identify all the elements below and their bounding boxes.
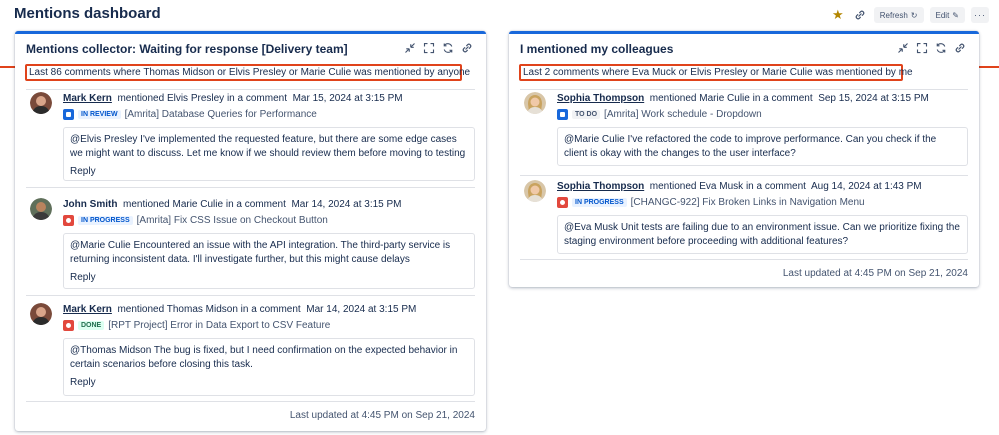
issue-link[interactable]: [Amrita] Work schedule - Dropdown [604,109,762,120]
fullscreen-icon[interactable] [422,41,436,55]
bug-icon [63,215,74,226]
comment-text: @Eva Musk Unit tests are failing due to … [564,222,960,247]
mention-header: Sophia Thompson mentioned Eva Musk in a … [557,181,922,192]
mention-header: Mark Kern mentioned Elvis Presley in a c… [63,93,403,104]
gadget-subtitle: Last 2 comments where Eva Muck or Elvis … [519,64,913,81]
issue-line: IN REVIEW [Amrita] Database Queries for … [63,109,317,120]
refresh-icon[interactable] [441,41,455,55]
mention-item: Sophia Thompson mentioned Eva Musk in a … [520,178,968,258]
comment-box: @Elvis Presley I've implemented the requ… [63,127,475,181]
mention-header: John Smith mentioned Marie Culie in a co… [63,199,402,210]
task-icon [557,109,568,120]
reply-button[interactable]: Reply [70,165,468,179]
mentioned-colleagues-gadget: I mentioned my colleagues Last 2 comment… [509,31,979,287]
comment-box: @Eva Musk Unit tests are failing due to … [557,215,968,254]
divider [520,175,968,176]
issue-link[interactable]: [Amrita] Fix CSS Issue on Checkout Butto… [137,215,328,226]
issue-line: IN PROGRESS [CHANGC-922] Fix Broken Link… [557,197,865,208]
link-icon[interactable] [460,41,474,55]
divider [26,187,475,188]
mention-action: mentioned Marie Culie in a comment [649,93,813,104]
edit-button-label: Edit [935,10,950,20]
avatar [30,303,52,325]
avatar [30,92,52,114]
mention-item: Mark Kern mentioned Thomas Midson in a c… [26,301,475,401]
top-actions: ★ Refresh ↻ Edit ✎ ··· [830,7,989,23]
issue-link[interactable]: [RPT Project] Error in Data Export to CS… [108,320,330,331]
mention-action: mentioned Elvis Presley in a comment [117,93,287,104]
issue-line: DONE [RPT Project] Error in Data Export … [63,320,330,331]
gadget-controls [403,41,474,55]
mention-action: mentioned Eva Musk in a comment [649,181,806,192]
refresh-icon[interactable] [934,41,948,55]
issue-line: TO DO [Amrita] Work schedule - Dropdown [557,109,762,120]
link-icon[interactable] [953,41,967,55]
mention-date: Mar 15, 2024 at 3:15 PM [292,93,403,104]
last-updated: Last updated at 4:45 PM on Sep 21, 2024 [289,410,475,421]
author-link[interactable]: Sophia Thompson [557,181,644,192]
comment-text: @Marie Culie Encountered an issue with t… [70,240,451,265]
author-link[interactable]: John Smith [63,199,117,210]
avatar [524,92,546,114]
minimize-icon[interactable] [896,41,910,55]
refresh-button-label: Refresh [879,10,908,20]
pencil-icon: ✎ [952,10,959,20]
status-badge: DONE [78,321,105,330]
mention-date: Mar 14, 2024 at 3:15 PM [291,199,402,210]
mention-date: Sep 15, 2024 at 3:15 PM [818,93,929,104]
bug-icon [63,320,74,331]
divider [520,259,968,260]
author-link[interactable]: Mark Kern [63,93,112,104]
minimize-icon[interactable] [403,41,417,55]
page-title: Mentions dashboard [14,5,161,22]
reply-button[interactable]: Reply [70,376,468,390]
task-icon [63,109,74,120]
avatar [524,180,546,202]
link-icon[interactable] [852,7,868,23]
avatar [30,198,52,220]
star-icon[interactable]: ★ [830,7,846,23]
last-updated: Last updated at 4:45 PM on Sep 21, 2024 [782,268,968,279]
gadget-title: I mentioned my colleagues [520,42,674,56]
comment-box: @Marie Culie I've refactored the code to… [557,127,968,166]
status-badge: IN PROGRESS [78,216,133,225]
divider [26,401,475,402]
bug-icon [557,197,568,208]
gadget-controls [896,41,967,55]
refresh-icon: ↻ [910,10,918,20]
status-badge: TO DO [572,110,601,119]
author-link[interactable]: Sophia Thompson [557,93,644,104]
mention-action: mentioned Thomas Midson in a comment [117,304,301,315]
edit-button[interactable]: Edit ✎ [929,7,965,23]
fullscreen-icon[interactable] [915,41,929,55]
gadget-subtitle: Last 86 comments where Thomas Midson or … [25,64,470,81]
issue-line: IN PROGRESS [Amrita] Fix CSS Issue on Ch… [63,215,328,226]
author-link[interactable]: Mark Kern [63,304,112,315]
refresh-button[interactable]: Refresh ↻ [873,7,924,23]
mention-item: Sophia Thompson mentioned Marie Culie in… [520,90,968,175]
comment-box: @Thomas Midson The bug is fixed, but I n… [63,338,475,396]
reply-button[interactable]: Reply [70,271,468,285]
issue-link[interactable]: [CHANGC-922] Fix Broken Links in Navigat… [631,197,865,208]
mention-header: Mark Kern mentioned Thomas Midson in a c… [63,304,416,315]
issue-link[interactable]: [Amrita] Database Queries for Performanc… [125,109,317,120]
mention-date: Aug 14, 2024 at 1:43 PM [810,181,922,192]
mention-action: mentioned Marie Culie in a comment [123,199,286,210]
divider [26,295,475,296]
mention-header: Sophia Thompson mentioned Marie Culie in… [557,93,929,104]
status-badge: IN PROGRESS [572,198,627,207]
mentions-collector-gadget: Mentions collector: Waiting for response… [15,31,486,431]
mention-item: Mark Kern mentioned Elvis Presley in a c… [26,90,475,186]
comment-text: @Marie Culie I've refactored the code to… [564,134,937,159]
mention-item: John Smith mentioned Marie Culie in a co… [26,196,475,294]
mention-date: Mar 14, 2024 at 3:15 PM [306,304,417,315]
gadget-title: Mentions collector: Waiting for response… [26,42,348,56]
comment-text: @Thomas Midson The bug is fixed, but I n… [70,345,458,370]
status-badge: IN REVIEW [78,110,121,119]
more-actions-button[interactable]: ··· [971,7,989,23]
comment-text: @Elvis Presley I've implemented the requ… [70,134,466,159]
comment-box: @Marie Culie Encountered an issue with t… [63,233,475,289]
